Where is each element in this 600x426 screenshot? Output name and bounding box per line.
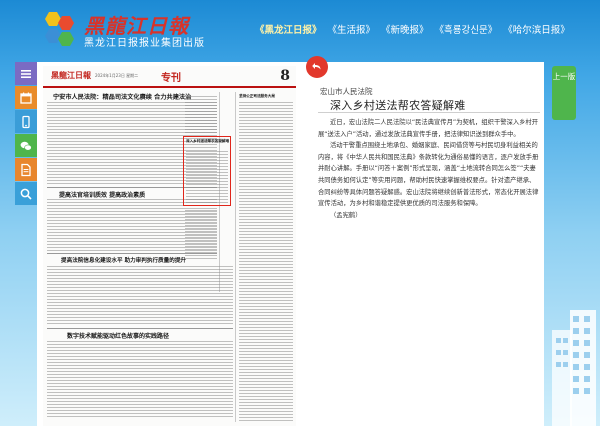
article-text-block — [47, 266, 233, 326]
page-section: 专刊 — [161, 73, 181, 84]
nav-korean-daily[interactable]: 《흑룡강신문》 — [435, 22, 498, 36]
menu-icon — [21, 69, 31, 78]
nav-heilongjiang-daily[interactable]: 《黑龙江日报》 — [255, 22, 322, 36]
hexagon-logo-icon — [45, 12, 74, 46]
left-toolbar — [15, 62, 37, 206]
article-text-block — [185, 96, 217, 134]
headline-6[interactable]: 坚持公正司法服务大局 — [239, 94, 275, 99]
column-rule — [235, 92, 236, 422]
article-title-divider — [318, 112, 540, 113]
article-body: 近日，宏山法院二人民法院以“民法典宣传月”为契机，组织干警深入乡村开展“送法入户… — [318, 117, 540, 221]
page-header-bar: 黑龍江日報 2024年1月23日 星期二 专刊 8 — [43, 66, 296, 88]
phone-icon — [22, 115, 30, 128]
page-switch-button[interactable]: 上一版 — [552, 66, 576, 120]
headline-4[interactable]: 数字技术赋能驱动红色故事的实践路径 — [67, 331, 169, 340]
selected-article-headline: 深入乡村送法帮农答疑解难 — [186, 139, 230, 143]
back-button[interactable] — [306, 56, 328, 78]
page-number: 8 — [280, 68, 290, 84]
nav-new-evening[interactable]: 《新晚报》 — [381, 22, 429, 36]
wechat-button[interactable] — [15, 134, 37, 157]
page-date-info: 2024年1月23日 星期二 — [95, 73, 139, 78]
newspaper-page: 黑龍江日報 2024年1月23日 星期二 专刊 8 宁安市人民法院：精品司法文化… — [43, 66, 296, 426]
document-icon — [21, 163, 31, 176]
search-icon — [20, 188, 32, 200]
wechat-icon — [20, 141, 32, 151]
article-text-block — [185, 210, 217, 260]
headline-3[interactable]: 提高法院信息化建设水平 助力审判执行质量的提升 — [61, 256, 186, 264]
newspaper-page-viewer[interactable]: 黑龍江日報 2024年1月23日 星期二 专刊 8 宁安市人民法院：精品司法文化… — [37, 62, 302, 426]
selected-article-highlight[interactable]: 深入乡村送法帮农答疑解难 — [183, 136, 231, 206]
headline-2[interactable]: 提高法官培训质效 提高政治素质 — [59, 190, 145, 199]
site-header: 黑龍江日報 黑龙江日报报业集团出版 《黑龙江日报》 《生活报》 《新晚报》 《흑… — [0, 0, 600, 58]
menu-button[interactable] — [15, 62, 37, 85]
building-decoration — [552, 310, 596, 426]
article-source: 宏山市人民法院 — [320, 87, 373, 96]
mobile-button[interactable] — [15, 110, 37, 133]
calendar-icon — [20, 92, 32, 104]
back-arrow-icon — [312, 63, 321, 70]
article-text-block — [186, 151, 228, 203]
article-text-block — [47, 341, 233, 419]
article-text-block — [239, 102, 293, 422]
newspaper-nav: 《黑龙江日报》 《生活报》 《新晚报》 《흑룡강신문》 《哈尔滨日报》 — [255, 22, 570, 36]
article-paragraph: 活动干警重点围绕土地承包、婚姻家庭、民间借贷等与村民切身利益相关的内容，将《中华… — [318, 142, 539, 208]
document-button[interactable] — [15, 158, 37, 181]
nav-harbin-daily[interactable]: 《哈尔滨日报》 — [503, 22, 570, 36]
search-button[interactable] — [15, 182, 37, 205]
calendar-button[interactable] — [15, 86, 37, 109]
logo-subtitle: 黑龙江日报报业集团出版 — [84, 38, 205, 49]
article-title: 深入乡村送法帮农答疑解难 — [330, 99, 466, 112]
nav-life-daily[interactable]: 《生活报》 — [328, 22, 376, 36]
site-logo[interactable]: 黑龍江日報 黑龙江日报报业集团出版 — [40, 10, 240, 50]
divider — [47, 328, 233, 329]
headline-1[interactable]: 宁安市人民法院：精品司法文化赓续 合力共建法治 — [53, 92, 191, 101]
article-byline: （孟宪鹤） — [330, 211, 362, 219]
article-paragraph: 近日，宏山法院二人民法院以“民法典宣传月”为契机，组织干警深入乡村开展“送法入户… — [318, 119, 539, 138]
page-masthead: 黑龍江日報 — [51, 70, 91, 80]
